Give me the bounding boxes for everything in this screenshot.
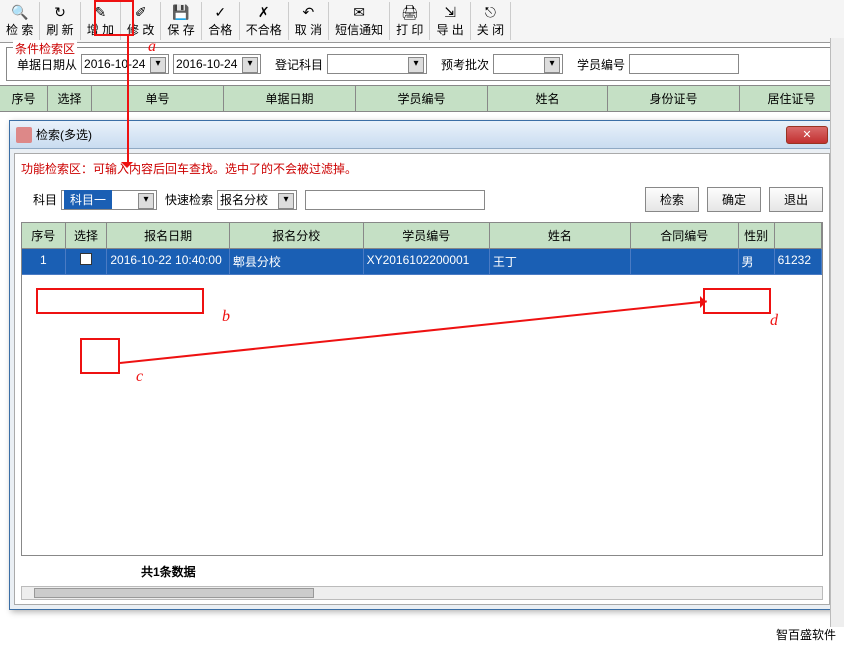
brand-label: 智百盛软件 xyxy=(776,626,836,643)
quick-search-combo[interactable]: 报名分校 xyxy=(217,190,297,210)
binoculars-icon: 🔍 xyxy=(12,4,28,20)
quick-search-input[interactable] xyxy=(305,190,485,210)
cancel-button[interactable]: ↶取 消 xyxy=(289,2,329,40)
rcol-contract: 合同编号 xyxy=(631,223,738,249)
edit-icon: ✐ xyxy=(133,4,149,20)
pre-batch-combo[interactable] xyxy=(493,54,563,74)
main-table-header: 序号 选择 单号 单据日期 学员编号 姓名 身份证号 居住证号 xyxy=(0,85,844,112)
cell-no: 1 xyxy=(22,249,66,275)
close-button[interactable]: ⎋关 闭 xyxy=(471,2,511,40)
dialog-icon xyxy=(16,127,32,143)
col-no: 序号 xyxy=(0,86,48,111)
date-from-combo[interactable]: 2016-10-24 xyxy=(81,54,169,74)
rcol-branch: 报名分校 xyxy=(230,223,364,249)
save-button[interactable]: 💾保 存 xyxy=(161,2,201,40)
export-icon: ⇲ xyxy=(442,4,458,20)
refresh-icon: ↻ xyxy=(52,4,68,20)
subject-label: 科目 xyxy=(33,191,57,208)
cell-contract xyxy=(631,249,738,275)
col-idcard: 身份证号 xyxy=(608,86,740,111)
dlg-exit-button[interactable]: 退出 xyxy=(769,187,823,212)
search-dialog: 检索(多选) ✕ 功能检索区：可输入内容后回车查找。选中了的不会被过滤掉。 科目… xyxy=(9,120,835,610)
table-row[interactable]: 1 2016-10-22 10:40:00 郫县分校 XY20161022000… xyxy=(22,249,822,275)
close-icon: ⎋ xyxy=(482,4,498,20)
student-no-label: 学员编号 xyxy=(577,56,625,73)
print-icon: 🖨 xyxy=(402,4,418,20)
col-select: 选择 xyxy=(48,86,92,111)
dialog-titlebar[interactable]: 检索(多选) ✕ xyxy=(10,121,834,149)
rcol-extra xyxy=(775,223,822,249)
main-toolbar: 🔍检 索 ↻刷 新 ✎增 加 ✐修 改 💾保 存 ✓合格 ✗不合格 ↶取 消 ✉… xyxy=(0,0,844,43)
reg-subject-combo[interactable] xyxy=(327,54,427,74)
rcol-gender: 性别 xyxy=(739,223,775,249)
fail-button[interactable]: ✗不合格 xyxy=(240,2,289,40)
search-button[interactable]: 🔍检 索 xyxy=(0,2,40,40)
check-icon: ✓ xyxy=(212,4,228,20)
cell-date: 2016-10-22 10:40:00 xyxy=(107,249,229,275)
date-from-label: 单据日期从 xyxy=(17,56,77,73)
date-to-combo[interactable]: 2016-10-24 xyxy=(173,54,261,74)
save-icon: 💾 xyxy=(173,4,189,20)
undo-icon: ↶ xyxy=(300,4,316,20)
edit-button[interactable]: ✐修 改 xyxy=(121,2,161,40)
col-name: 姓名 xyxy=(488,86,608,111)
cross-icon: ✗ xyxy=(256,4,272,20)
dialog-title: 检索(多选) xyxy=(36,126,786,143)
scrollbar-thumb[interactable] xyxy=(34,588,314,598)
rcol-date: 报名日期 xyxy=(107,223,229,249)
row-checkbox[interactable] xyxy=(80,253,92,265)
dlg-search-button[interactable]: 检索 xyxy=(645,187,699,212)
rcol-select: 选择 xyxy=(66,223,108,249)
hint-text: 功能检索区：可输入内容后回车查找。选中了的不会被过滤掉。 xyxy=(21,160,823,177)
add-button[interactable]: ✎增 加 xyxy=(81,2,121,40)
cell-student: XY2016102200001 xyxy=(364,249,490,275)
sms-icon: ✉ xyxy=(351,4,367,20)
condition-panel: 单据日期从 2016-10-24 2016-10-24 登记科目 预考批次 学员… xyxy=(6,47,838,81)
pass-button[interactable]: ✓合格 xyxy=(202,2,240,40)
rcol-name: 姓名 xyxy=(490,223,631,249)
pre-batch-label: 预考批次 xyxy=(441,56,489,73)
v-scrollbar[interactable] xyxy=(830,38,844,627)
export-button[interactable]: ⇲导 出 xyxy=(430,2,470,40)
result-table: 序号 选择 报名日期 报名分校 学员编号 姓名 合同编号 性别 1 2016-1… xyxy=(21,222,823,556)
add-icon: ✎ xyxy=(92,4,108,20)
refresh-button[interactable]: ↻刷 新 xyxy=(40,2,80,40)
sms-button[interactable]: ✉短信通知 xyxy=(329,2,390,40)
quick-search-label: 快速检索 xyxy=(165,191,213,208)
rcol-student: 学员编号 xyxy=(364,223,490,249)
col-billdate: 单据日期 xyxy=(224,86,356,111)
h-scrollbar[interactable] xyxy=(21,586,823,600)
result-table-header: 序号 选择 报名日期 报名分校 学员编号 姓名 合同编号 性别 xyxy=(22,223,822,249)
subject-combo[interactable]: 科目一 xyxy=(61,190,157,210)
col-residence: 居住证号 xyxy=(740,86,844,111)
cell-gender: 男 xyxy=(739,249,775,275)
print-button[interactable]: 🖨打 印 xyxy=(390,2,430,40)
col-studentno: 学员编号 xyxy=(356,86,488,111)
cell-branch: 郫县分校 xyxy=(230,249,364,275)
dlg-ok-button[interactable]: 确定 xyxy=(707,187,761,212)
row-count: 共1条数据 xyxy=(141,563,196,580)
reg-subject-label: 登记科目 xyxy=(275,56,323,73)
cell-select[interactable] xyxy=(66,249,108,275)
dialog-close-button[interactable]: ✕ xyxy=(786,126,828,144)
col-billno: 单号 xyxy=(92,86,224,111)
cell-extra: 61232 xyxy=(775,249,822,275)
cell-name: 王丁 xyxy=(490,249,631,275)
student-no-input[interactable] xyxy=(629,54,739,74)
rcol-no: 序号 xyxy=(22,223,66,249)
